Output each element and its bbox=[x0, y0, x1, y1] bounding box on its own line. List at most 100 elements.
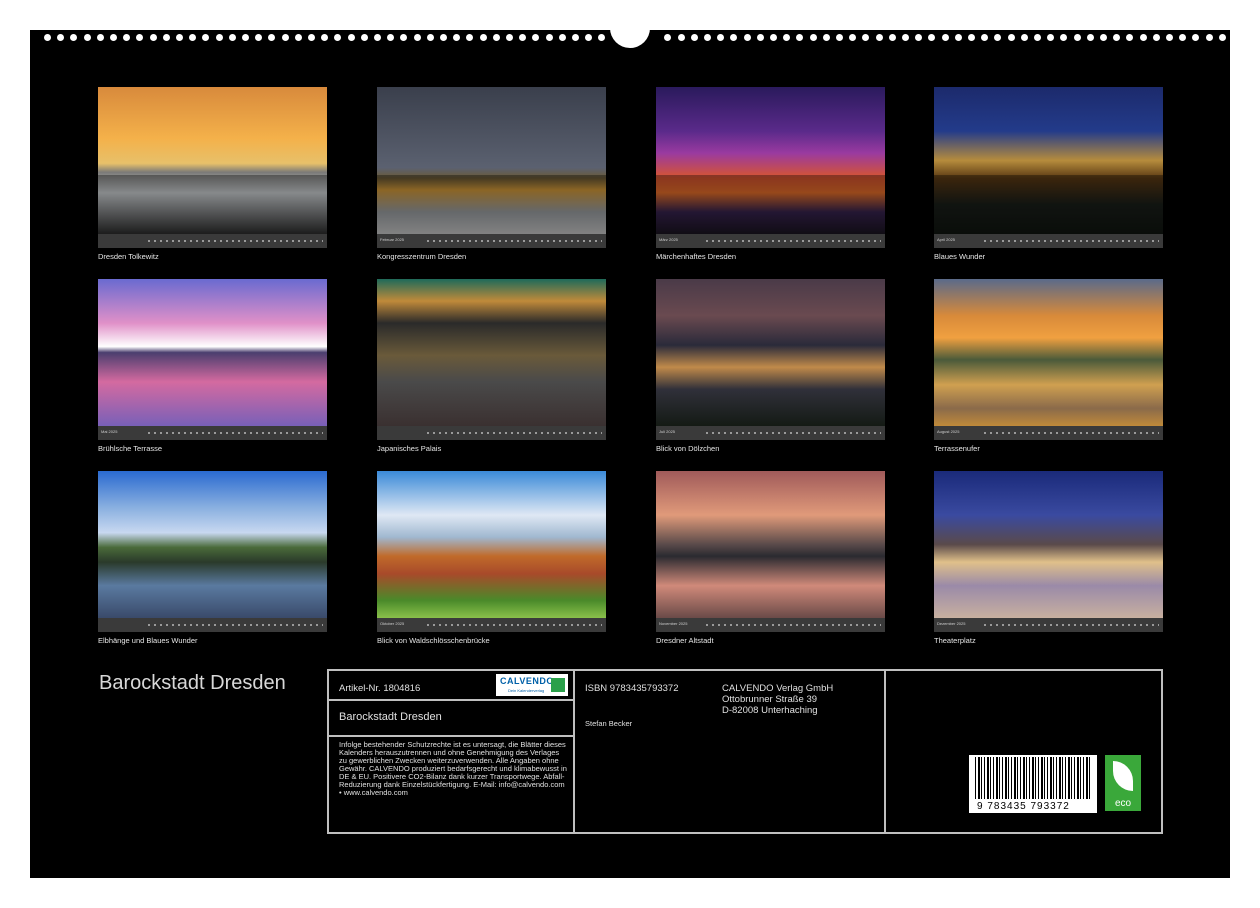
eco-label: eco bbox=[1114, 798, 1132, 809]
tile-caption: Blick von Dölzchen bbox=[656, 444, 720, 453]
binding-hole bbox=[756, 34, 764, 41]
binding-hole bbox=[1139, 34, 1147, 41]
binding-hole bbox=[770, 34, 777, 41]
binding-hole bbox=[1218, 34, 1226, 41]
month-tile: April 2025 Blaues Wunder bbox=[934, 87, 1163, 261]
binding-hole bbox=[1086, 34, 1094, 41]
logo-text: CALVENDO bbox=[500, 676, 554, 686]
isbn: ISBN 9783435793372 bbox=[585, 683, 679, 694]
binding-hole bbox=[1113, 34, 1121, 41]
month-tile: August 2025 Terrassenufer bbox=[934, 279, 1163, 453]
binding-hole bbox=[981, 34, 989, 41]
photo-thumbnail bbox=[934, 471, 1163, 618]
month-tile: Dezember 2025 Theaterplatz bbox=[934, 471, 1163, 645]
calendar-strip bbox=[98, 234, 327, 248]
tile-caption: Elbhänge und Blaues Wunder bbox=[98, 636, 198, 645]
month-tile: Elbhänge und Blaues Wunder bbox=[98, 471, 327, 645]
publisher-line: D-82008 Unterhaching bbox=[722, 705, 818, 716]
binding-hole bbox=[374, 34, 381, 41]
binding-hole bbox=[519, 34, 527, 41]
month-tile: Juli 2025 Blick von Dölzchen bbox=[656, 279, 885, 453]
binding-hole bbox=[440, 34, 447, 41]
tile-caption: Dresden Tolkewitz bbox=[98, 252, 159, 261]
binding-hole bbox=[994, 34, 1002, 41]
month-tile: November 2025 Dresdner Altstadt bbox=[656, 471, 885, 645]
tile-caption: Blaues Wunder bbox=[934, 252, 986, 261]
binding-hole bbox=[1007, 34, 1015, 41]
binding-hole bbox=[1073, 34, 1081, 41]
binding-hole bbox=[875, 34, 883, 41]
calendar-strip bbox=[377, 426, 606, 440]
binding-hole bbox=[387, 34, 395, 41]
binding-hole bbox=[228, 34, 236, 41]
binding-hole bbox=[796, 34, 804, 41]
calendar-strip: Oktober 2025 bbox=[377, 618, 606, 632]
author: Stefan Becker bbox=[585, 719, 633, 728]
photo-thumbnail bbox=[656, 471, 885, 618]
binding-hole bbox=[70, 34, 78, 41]
calendar-strip: Dezember 2025 bbox=[934, 618, 1163, 632]
binding-hole bbox=[1192, 34, 1200, 41]
month-label: Februar 2025 bbox=[380, 237, 405, 242]
binding-hole bbox=[704, 34, 711, 41]
binding-hole bbox=[717, 34, 725, 41]
binding-hole bbox=[506, 34, 513, 41]
info-box: Artikel-Nr. 1804816 CALVENDO Dein Kalend… bbox=[327, 669, 1163, 834]
binding-hole bbox=[783, 34, 791, 41]
month-tile: Dresden Tolkewitz bbox=[98, 87, 327, 261]
publisher-line: Ottobrunner Straße 39 bbox=[722, 694, 818, 705]
tile-caption: Terrassenufer bbox=[934, 444, 980, 453]
binding-hole bbox=[677, 34, 685, 41]
binding-hole bbox=[558, 34, 566, 41]
binding-hole bbox=[1034, 34, 1041, 41]
binding-hole bbox=[479, 34, 487, 41]
calendar-strip: März 2025 bbox=[656, 234, 885, 248]
tile-caption: Brühlsche Terrasse bbox=[98, 444, 163, 453]
month-label: Oktober 2025 bbox=[380, 621, 405, 626]
binding-hole bbox=[941, 34, 949, 41]
binding-hole bbox=[968, 34, 975, 41]
photo-thumbnail bbox=[934, 279, 1163, 426]
binding-hole bbox=[96, 34, 104, 41]
binding-hole bbox=[928, 34, 936, 41]
binding-hole bbox=[347, 34, 355, 41]
binding-hole bbox=[413, 34, 421, 41]
calvendo-logo: CALVENDO Dein Kalenderverlag bbox=[496, 674, 568, 696]
binding-hole bbox=[1020, 34, 1028, 41]
binding-hole bbox=[123, 34, 131, 41]
binding-hole bbox=[400, 34, 408, 41]
tile-caption: Japanisches Palais bbox=[377, 444, 442, 453]
month-tile: Februar 2025 Kongresszentrum Dresden bbox=[377, 87, 606, 261]
binding-hole bbox=[466, 34, 474, 41]
binding-hole bbox=[149, 34, 157, 41]
calendar-strip: Juli 2025 bbox=[656, 426, 885, 440]
month-tile: Japanisches Palais bbox=[377, 279, 606, 453]
photo-thumbnail bbox=[98, 471, 327, 618]
binding-hole bbox=[888, 34, 896, 41]
binding-hole bbox=[334, 34, 342, 41]
binding-hole bbox=[902, 34, 909, 41]
photo-thumbnail bbox=[377, 279, 606, 426]
binding-hole bbox=[849, 34, 857, 41]
binding-hole bbox=[690, 34, 698, 41]
month-tile: Mai 2025 Brühlsche Terrasse bbox=[98, 279, 327, 453]
binding-hole bbox=[1179, 34, 1187, 41]
binding-hole bbox=[1060, 34, 1068, 41]
publisher-line: CALVENDO Verlag GmbH bbox=[722, 683, 834, 694]
binding-hole bbox=[743, 34, 751, 41]
binding-hole bbox=[426, 34, 434, 41]
photo-thumbnail bbox=[98, 279, 327, 426]
calendar-title: Barockstadt Dresden bbox=[99, 672, 286, 694]
binding-hole bbox=[162, 34, 170, 41]
binding-hole bbox=[281, 34, 289, 41]
binding-hole bbox=[360, 34, 368, 41]
photo-thumbnail bbox=[656, 279, 885, 426]
calendar-strip: November 2025 bbox=[656, 618, 885, 632]
binding-hole bbox=[730, 34, 738, 41]
binding-hole bbox=[1126, 34, 1134, 41]
binding-hole bbox=[242, 34, 249, 41]
binding-hole bbox=[215, 34, 223, 41]
binding-hole bbox=[532, 34, 540, 41]
binding-hole bbox=[664, 34, 672, 41]
binding-hole bbox=[176, 34, 183, 41]
